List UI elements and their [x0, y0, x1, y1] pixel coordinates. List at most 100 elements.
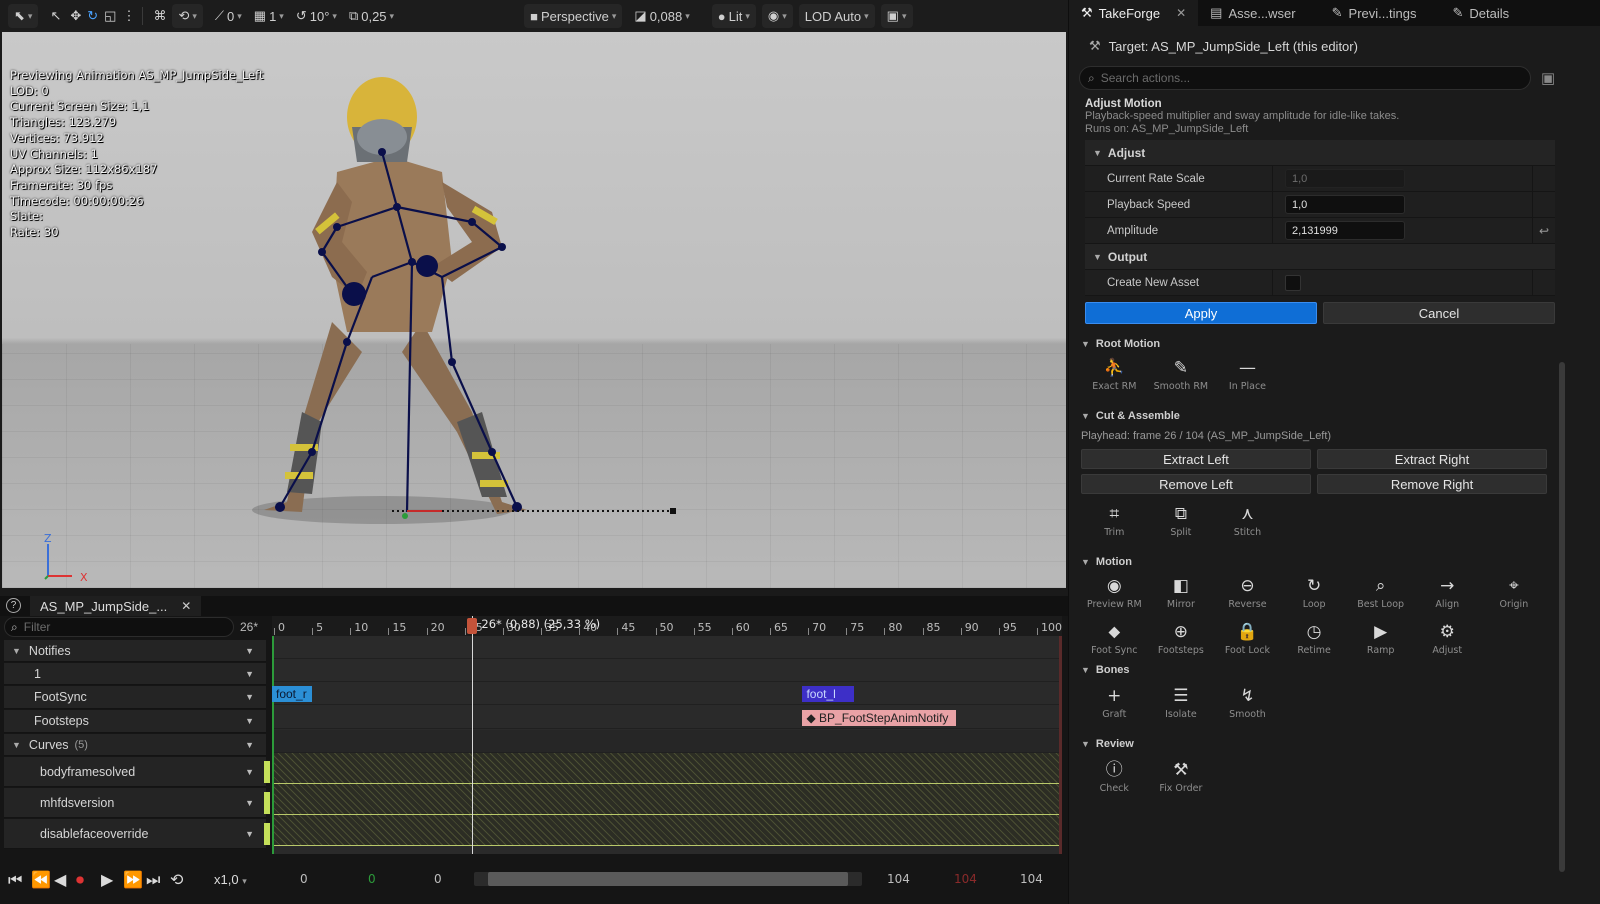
playhead-handle[interactable] [467, 618, 478, 634]
ramp-button[interactable]: ▶ Ramp [1347, 618, 1414, 664]
preview-rm-button[interactable]: ◉ Preview RM [1081, 572, 1148, 618]
camera-speed-button[interactable]: ◪ 0,088 ▾ [628, 4, 695, 28]
close-icon[interactable]: ✕ [1176, 6, 1186, 20]
3d-scene[interactable]: Previewing Animation AS_MP_JumpSide_Left… [2, 32, 1066, 588]
track-1[interactable]: 1 ▼ [4, 663, 266, 685]
section-review[interactable]: ▼ Review [1069, 738, 1600, 750]
view-range-start[interactable]: 0 [300, 872, 308, 886]
best-loop-button[interactable]: ⌕ Best Loop [1347, 572, 1414, 618]
surface-snap-button[interactable]: ⟋ 0 ▾ [209, 4, 248, 28]
step-forward-icon[interactable]: ⏩ [123, 870, 143, 889]
range-scrollbar[interactable] [474, 872, 862, 886]
loop-icon[interactable]: ⟲ [170, 870, 183, 889]
trim-button[interactable]: ⌗ Trim [1081, 500, 1148, 546]
chevron-down-icon[interactable]: ▼ [245, 740, 254, 750]
cancel-button[interactable]: Cancel [1323, 302, 1555, 324]
play-icon[interactable]: ▶ [101, 870, 113, 889]
foot-lock-button[interactable]: 🔒 Foot Lock [1214, 618, 1281, 664]
chevron-down-icon[interactable]: ▼ [245, 767, 254, 777]
chevron-down-icon[interactable]: ▼ [245, 692, 254, 702]
track-footsync[interactable]: FootSync ▼ [4, 686, 266, 709]
tab-asset-browser[interactable]: ▤ Asse...wser [1198, 0, 1307, 26]
range-scrollbar-thumb[interactable] [488, 872, 848, 886]
adjust-button[interactable]: ⚙ Adjust [1414, 618, 1481, 664]
align-button[interactable]: → Align [1414, 572, 1481, 618]
filter-input[interactable] [23, 620, 214, 634]
graft-button[interactable]: + Graft [1081, 682, 1148, 728]
show-flags-button[interactable]: ◉ ▾ [761, 4, 793, 28]
record-icon[interactable]: ⏺ [76, 870, 84, 890]
layout-toggle-icon[interactable]: ▣ [1541, 69, 1555, 87]
select-tool-button[interactable]: ↖ [44, 4, 67, 28]
curve-bodyframesolved[interactable]: bodyframesolved ▼ [4, 757, 270, 787]
loop-button[interactable]: ↻ Loop [1281, 572, 1348, 618]
skip-to-start-icon[interactable]: ⏮ [8, 870, 22, 890]
section-cut-assemble[interactable]: ▼ Cut & Assemble [1069, 410, 1600, 422]
curve-mhfdsversion[interactable]: mhfdsversion ▼ [4, 788, 270, 818]
rotation-snap-button[interactable]: ↺ 10° ▾ [290, 4, 343, 28]
timeline-ruler[interactable]: 0510152025303540455055606570758085909510… [272, 616, 1062, 636]
section-motion[interactable]: ▼ Motion [1069, 556, 1600, 568]
playback-speed-field[interactable]: 1,0 [1285, 195, 1405, 214]
filter-box[interactable]: ⌕ [4, 617, 234, 637]
skip-to-end-icon[interactable]: ⏭ [146, 870, 160, 890]
step-back-icon[interactable]: ⏪ [31, 870, 51, 889]
notify-foot-r[interactable]: foot_r [272, 686, 312, 702]
scale-snap-button[interactable]: ⧉ 0,25 ▾ [343, 4, 400, 28]
apply-button[interactable]: Apply [1085, 302, 1317, 324]
working-range-start[interactable]: 0 [368, 872, 376, 886]
notify-foot-l[interactable]: foot_l [802, 686, 855, 702]
extract-right-button[interactable]: Extract Right [1317, 449, 1547, 469]
foot-sync-button[interactable]: ⬥ Foot Sync [1081, 618, 1148, 664]
in-place-button[interactable]: — In Place [1214, 354, 1281, 400]
search-box[interactable]: ⌕ [1079, 66, 1531, 90]
extract-left-button[interactable]: Extract Left [1081, 449, 1311, 469]
isolate-button[interactable]: ☰ Isolate [1148, 682, 1215, 728]
chevron-down-icon[interactable]: ▼ [245, 716, 254, 726]
timeline-tab[interactable]: AS_MP_JumpSide_... ✕ [30, 596, 202, 616]
track-footsteps[interactable]: Footsteps ▼ [4, 710, 266, 733]
smooth-rm-button[interactable]: ✎ Smooth RM [1148, 354, 1215, 400]
mirror-button[interactable]: ◧ Mirror [1148, 572, 1215, 618]
viewport-layout-button[interactable]: ▣ ▾ [880, 4, 913, 28]
amplitude-field[interactable]: 2,131999 [1285, 221, 1405, 240]
remove-left-button[interactable]: Remove Left [1081, 474, 1311, 494]
track-notifies[interactable]: ▼ Notifies ▼ [4, 640, 266, 662]
tab-takeforge[interactable]: ⚒ TakeForge ✕ [1069, 0, 1199, 26]
grid-snap-button[interactable]: ▦ 1 ▾ [248, 4, 290, 28]
coordinate-system-button[interactable]: ⌘ [147, 4, 172, 28]
footsteps-button[interactable]: ⊕ Footsteps [1148, 618, 1215, 664]
lod-button[interactable]: LOD Auto ▾ [798, 4, 875, 28]
search-input[interactable] [1100, 71, 1501, 85]
lighting-mode-button[interactable]: ● Lit ▾ [711, 4, 756, 28]
chevron-down-icon[interactable]: ▼ [245, 798, 254, 808]
panel-scrollbar[interactable] [1559, 362, 1565, 872]
split-button[interactable]: ⧉ Split [1148, 500, 1215, 546]
playback-speed-dropdown[interactable]: x1,0 ▾ [214, 872, 247, 887]
reverse-button[interactable]: ⊖ Reverse [1214, 572, 1281, 618]
origin-button[interactable]: ⌖ Origin [1481, 572, 1548, 618]
playhead[interactable] [472, 616, 474, 854]
stitch-button[interactable]: ⋏ Stitch [1214, 500, 1281, 546]
chevron-down-icon[interactable]: ▼ [245, 646, 254, 656]
section-root-motion[interactable]: ▼ Root Motion [1069, 338, 1600, 350]
track-lanes[interactable]: foot_r foot_l ◆ BP_FootStepAnimNotify [272, 636, 1062, 854]
smooth-button[interactable]: ↯ Smooth [1214, 682, 1281, 728]
select-mode-button[interactable]: ⬉ ▾ [8, 4, 39, 28]
exact-rm-button[interactable]: ⛹ Exact RM [1081, 354, 1148, 400]
playback-range-end[interactable]: 104 [887, 872, 910, 886]
section-bones[interactable]: ▼ Bones [1069, 664, 1600, 676]
category-output[interactable]: ▼ Output [1085, 244, 1555, 270]
viewport[interactable]: ⬉ ▾ ↖ ✥ ↻ ◱ ⋮ ⌘ ⟲ ▾ ⟋ 0 ▾ ▦ 1 ▾ ↺ 10° ▾ ⧉ 0,25 ▾ ■… [0, 0, 1068, 596]
more-options-button[interactable]: ⋮ [119, 4, 138, 28]
remove-right-button[interactable]: Remove Right [1317, 474, 1547, 494]
track-curves[interactable]: ▼ Curves (5) ▼ [4, 734, 266, 756]
transform-mode-button[interactable]: ⟲ ▾ [172, 4, 203, 28]
translate-tool-button[interactable]: ✥ [67, 4, 84, 28]
retime-button[interactable]: ◷ Retime [1281, 618, 1348, 664]
chevron-down-icon[interactable]: ▼ [245, 829, 254, 839]
help-icon[interactable]: ? [6, 598, 21, 613]
chevron-down-icon[interactable]: ▼ [245, 669, 254, 679]
view-range-end[interactable]: 104 [1020, 872, 1043, 886]
reset-to-default-icon[interactable]: ↩ [1533, 218, 1555, 243]
